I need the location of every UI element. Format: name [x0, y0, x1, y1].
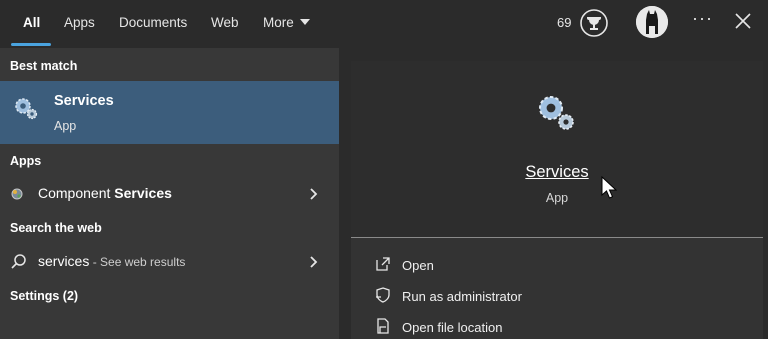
action-open-file-location[interactable]: Open file location	[375, 316, 675, 338]
close-icon[interactable]	[734, 12, 752, 30]
search-filter-bar: All Apps Documents Web More 69 ···	[0, 0, 768, 48]
rewards-points[interactable]: 69	[557, 15, 571, 30]
folder-location-icon	[377, 318, 389, 334]
section-apps: Apps	[10, 154, 42, 168]
results-panel: Best match Services App Apps Component S…	[0, 48, 339, 339]
best-match-subtitle: App	[54, 119, 77, 133]
app-type-label: App	[545, 191, 569, 205]
user-avatar-icon	[636, 6, 668, 38]
more-options-button[interactable]: ···	[692, 8, 713, 29]
section-best-match: Best match	[10, 59, 78, 73]
component-services-prefix: Component	[38, 185, 115, 201]
tab-documents[interactable]: Documents	[119, 15, 187, 30]
action-open[interactable]: Open	[375, 254, 675, 276]
tab-more[interactable]: More	[263, 15, 310, 30]
list-item-web-search[interactable]: services - See web results	[0, 247, 339, 277]
section-search-web: Search the web	[10, 221, 102, 235]
search-icon	[11, 254, 26, 269]
tab-web[interactable]: Web	[211, 15, 239, 30]
action-run-as-admin[interactable]: Run as administrator	[375, 285, 675, 307]
best-match-item[interactable]: Services App	[0, 81, 339, 144]
open-icon	[376, 257, 390, 271]
mouse-pointer-icon	[601, 176, 618, 199]
chevron-down-icon	[299, 19, 310, 25]
shield-icon	[376, 287, 390, 303]
app-preview-card: Services App	[351, 61, 763, 239]
action-open-label: Open	[402, 258, 434, 273]
tab-more-label: More	[263, 15, 294, 30]
component-services-icon	[11, 188, 23, 200]
tab-apps[interactable]: Apps	[64, 15, 95, 30]
best-match-title: Services	[54, 93, 114, 109]
web-search-label: services - See web results	[38, 253, 185, 269]
component-services-match: Services	[114, 185, 172, 201]
action-open-file-location-label: Open file location	[402, 320, 503, 335]
gears-icon	[15, 98, 38, 120]
trophy-icon[interactable]	[579, 8, 609, 38]
active-tab-indicator	[11, 43, 51, 46]
section-settings[interactable]: Settings (2)	[10, 289, 78, 303]
action-run-as-admin-label: Run as administrator	[402, 289, 522, 304]
chevron-right-icon[interactable]	[308, 255, 318, 269]
list-item-component-services[interactable]: Component Services	[0, 179, 339, 209]
gears-icon	[539, 96, 574, 130]
avatar[interactable]	[636, 6, 668, 38]
web-search-query: services	[38, 253, 90, 269]
web-search-suffix: - See web results	[89, 255, 186, 269]
chevron-right-icon[interactable]	[308, 187, 318, 201]
tab-all[interactable]: All	[23, 15, 40, 30]
component-services-label: Component Services	[38, 185, 172, 201]
app-actions-list: Open Run as administrator Open file loca…	[351, 238, 763, 339]
app-title-link[interactable]: Services	[351, 163, 763, 182]
